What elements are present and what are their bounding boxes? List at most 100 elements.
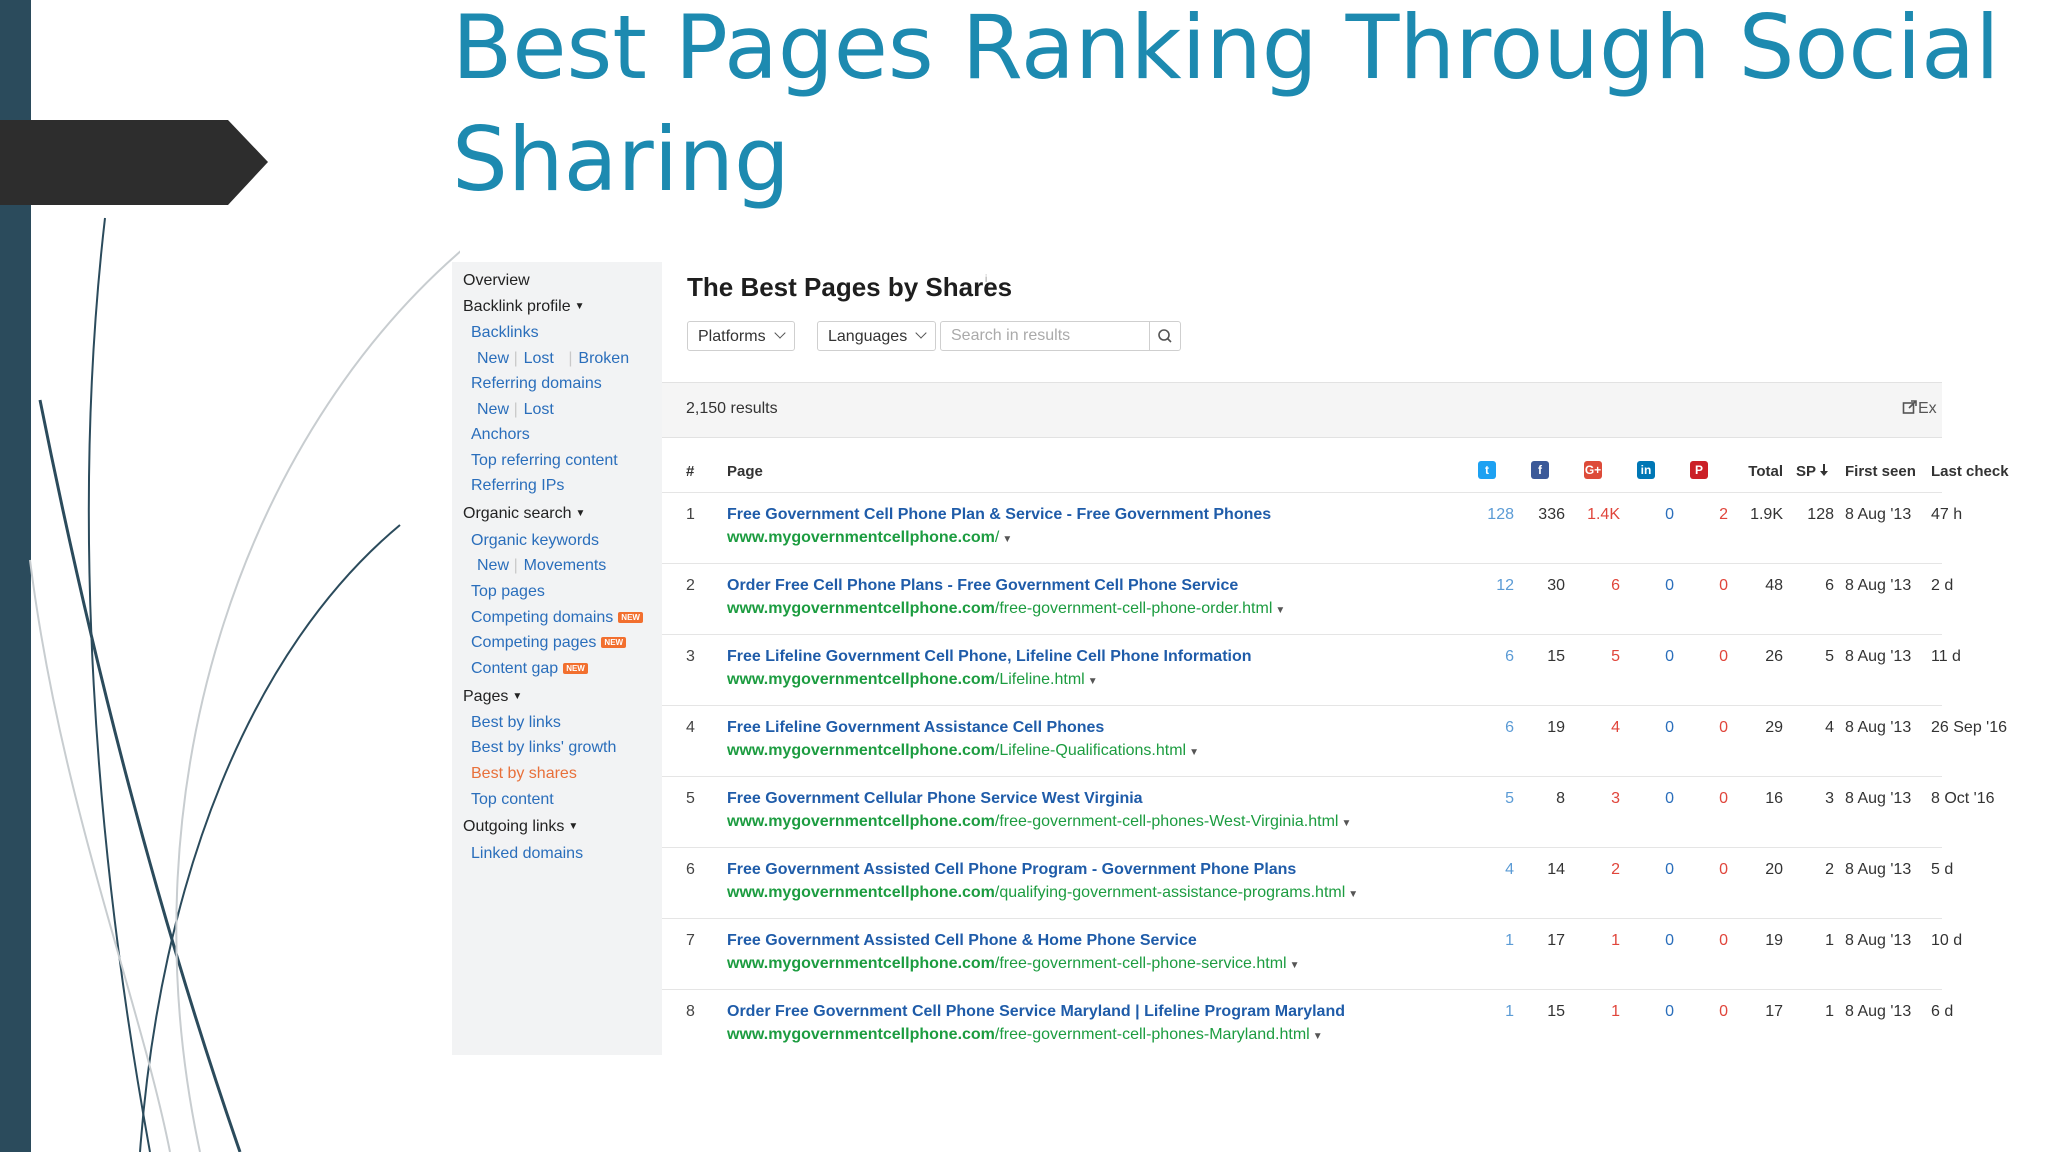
search-input[interactable] xyxy=(940,321,1150,351)
page-url-link[interactable]: www.mygovernmentcellphone.com/free-gover… xyxy=(727,812,1351,834)
pinterest-icon[interactable]: P xyxy=(1690,461,1708,479)
caret-down-icon[interactable]: ▼ xyxy=(1189,747,1199,758)
sidebar-item-content-gap[interactable]: Content gap NEW xyxy=(471,659,588,679)
sidebar-item-label: Best by links xyxy=(471,714,561,731)
google-plus-icon[interactable]: G+ xyxy=(1584,461,1602,479)
caret-down-icon[interactable]: ▼ xyxy=(1002,534,1012,545)
facebook-shares: 336 xyxy=(1538,506,1565,523)
sidebar-item-top-pages[interactable]: Top pages xyxy=(471,582,545,602)
row-number: 7 xyxy=(686,932,695,949)
sidebar-subitem-new[interactable]: New xyxy=(477,349,509,369)
sidebar-item-competing-pages[interactable]: Competing pages NEW xyxy=(471,633,627,653)
caret-down-icon[interactable]: ▼ xyxy=(1290,960,1300,971)
page-url-link[interactable]: www.mygovernmentcellphone.com/free-gover… xyxy=(727,1025,1323,1047)
page-url-link[interactable]: www.mygovernmentcellphone.com/free-gover… xyxy=(727,954,1299,976)
sidebar-subitem-movements[interactable]: Movements xyxy=(524,556,607,576)
sidebar-section-pages[interactable]: Pages ▼ xyxy=(463,687,522,707)
url-path: /qualifying-government-assistance-progra… xyxy=(994,884,1346,901)
first-seen: 8 Aug '13 xyxy=(1845,648,1912,665)
sidebar-section-organic-search[interactable]: Organic search ▼ xyxy=(463,504,585,524)
page-title-link[interactable]: Free Lifeline Government Cell Phone, Lif… xyxy=(727,647,1252,667)
last-check: 5 d xyxy=(1931,861,1954,878)
caret-down-icon[interactable]: ▼ xyxy=(1341,818,1351,829)
page-title-link[interactable]: Free Government Cell Phone Plan & Servic… xyxy=(727,505,1271,525)
sidebar-item-organic-keywords[interactable]: Organic keywords xyxy=(471,531,599,551)
page-title-link[interactable]: Free Government Assisted Cell Phone & Ho… xyxy=(727,931,1197,951)
page-url-link[interactable]: www.mygovernmentcellphone.com/qualifying… xyxy=(727,883,1358,905)
sidebar-item-backlinks[interactable]: Backlinks xyxy=(471,323,539,343)
sidebar-subitem-lost[interactable]: Lost xyxy=(524,400,554,420)
facebook-icon[interactable]: f xyxy=(1531,461,1549,479)
page-heading: The Best Pages by Shares xyxy=(687,272,1013,302)
linkedin-shares: 0 xyxy=(1665,577,1674,594)
sidebar-section-outgoing-links[interactable]: Outgoing links ▼ xyxy=(463,817,578,837)
page-title-link[interactable]: Order Free Government Cell Phone Service… xyxy=(727,1002,1345,1022)
sidebar-item-referring-domains[interactable]: Referring domains xyxy=(471,374,602,394)
twitter-shares: 128 xyxy=(1487,506,1514,523)
col-header-num: # xyxy=(686,463,695,480)
page-title-link[interactable]: Free Government Assisted Cell Phone Prog… xyxy=(727,860,1296,880)
languages-dropdown[interactable]: Languages xyxy=(817,321,937,351)
platforms-dropdown[interactable]: Platforms xyxy=(687,321,795,351)
url-domain: www.mygovernmentcellphone.com xyxy=(727,955,995,972)
sidebar-item-label: Best by links' growth xyxy=(471,739,617,756)
page-title-link[interactable]: Order Free Cell Phone Plans - Free Gover… xyxy=(727,576,1238,596)
twitter-shares: 1 xyxy=(1505,1003,1514,1020)
sidebar-item-label: Organic search xyxy=(463,505,572,522)
sidebar-item-best-by-shares[interactable]: Best by shares xyxy=(471,764,577,784)
total-shares: 19 xyxy=(1765,932,1783,949)
caret-down-icon[interactable]: ▼ xyxy=(1088,676,1098,687)
last-check: 6 d xyxy=(1931,1003,1954,1020)
google-plus-shares: 6 xyxy=(1611,577,1620,594)
sidebar-subitem-new[interactable]: New xyxy=(477,400,509,420)
sidebar-subitem-broken[interactable]: Broken xyxy=(578,349,629,369)
col-header-first-seen[interactable]: First seen xyxy=(1845,462,1916,482)
sidebar-subitem-lost[interactable]: Lost xyxy=(524,349,554,369)
slide-decorative-curves xyxy=(29,217,460,1152)
sidebar-item-top-content[interactable]: Top content xyxy=(471,790,554,810)
sidebar-separator: | xyxy=(568,350,573,367)
url-domain: www.mygovernmentcellphone.com xyxy=(727,1026,995,1043)
sidebar-subitem-new[interactable]: New xyxy=(477,556,509,576)
search-button[interactable] xyxy=(1149,321,1181,351)
sidebar-item-best-by-links-growth[interactable]: Best by links' growth xyxy=(471,738,616,758)
sidebar-item-competing-domains[interactable]: Competing domains NEW xyxy=(471,608,643,628)
export-label: Ex xyxy=(1918,400,1937,417)
sidebar-item-best-by-links[interactable]: Best by links xyxy=(471,713,561,733)
caret-down-icon[interactable]: ▼ xyxy=(1313,1031,1323,1042)
sidebar-item-linked-domains[interactable]: Linked domains xyxy=(471,844,583,864)
google-plus-shares: 4 xyxy=(1611,719,1620,736)
url-path: /Lifeline.html xyxy=(994,671,1085,688)
twitter-icon[interactable]: t xyxy=(1478,461,1496,479)
sidebar-item-referring-ips[interactable]: Referring IPs xyxy=(471,476,564,496)
caret-down-icon[interactable]: ▼ xyxy=(1275,605,1285,616)
sidebar-section-backlink-profile[interactable]: Backlink profile ▼ xyxy=(463,297,585,317)
caret-down-icon[interactable]: ▼ xyxy=(1348,889,1358,900)
page-url-link[interactable]: www.mygovernmentcellphone.com/▼ xyxy=(727,528,1012,550)
sidebar-item-anchors[interactable]: Anchors xyxy=(471,425,530,445)
page-title-link[interactable]: Free Lifeline Government Assistance Cell… xyxy=(727,718,1104,738)
table-row: 4 Free Lifeline Government Assistance Cel… xyxy=(662,705,2007,777)
total-shares: 1.9K xyxy=(1750,506,1783,523)
info-icon[interactable]: i xyxy=(985,274,987,285)
linkedin-icon[interactable]: in xyxy=(1637,461,1655,479)
facebook-shares: 15 xyxy=(1547,1003,1565,1020)
facebook-shares: 17 xyxy=(1547,932,1565,949)
sp-value: 128 xyxy=(1807,506,1834,523)
page-url-link[interactable]: www.mygovernmentcellphone.com/Lifeline-Q… xyxy=(727,741,1199,763)
table-row: 8 Order Free Government Cell Phone Servic… xyxy=(662,989,1953,1061)
sidebar-item-label: Overview xyxy=(463,272,530,289)
export-button[interactable]: Ex xyxy=(1902,399,1937,418)
sidebar-item-label: Backlink profile xyxy=(463,298,571,315)
page-url-link[interactable]: www.mygovernmentcellphone.com/free-gover… xyxy=(727,599,1285,621)
col-header-sp[interactable]: SP xyxy=(1796,462,1829,482)
col-header-total[interactable]: Total xyxy=(1730,462,1783,482)
new-badge: NEW xyxy=(618,612,643,623)
page-title-link[interactable]: Free Government Cellular Phone Service W… xyxy=(727,789,1143,809)
col-header-last-check[interactable]: Last check xyxy=(1931,462,2009,482)
sidebar-section-overview[interactable]: Overview xyxy=(463,271,530,291)
first-seen: 8 Aug '13 xyxy=(1845,861,1912,878)
sidebar-item-top-referring-content[interactable]: Top referring content xyxy=(471,451,618,471)
page-url-link[interactable]: www.mygovernmentcellphone.com/Lifeline.h… xyxy=(727,670,1098,692)
linkedin-shares: 0 xyxy=(1665,648,1674,665)
